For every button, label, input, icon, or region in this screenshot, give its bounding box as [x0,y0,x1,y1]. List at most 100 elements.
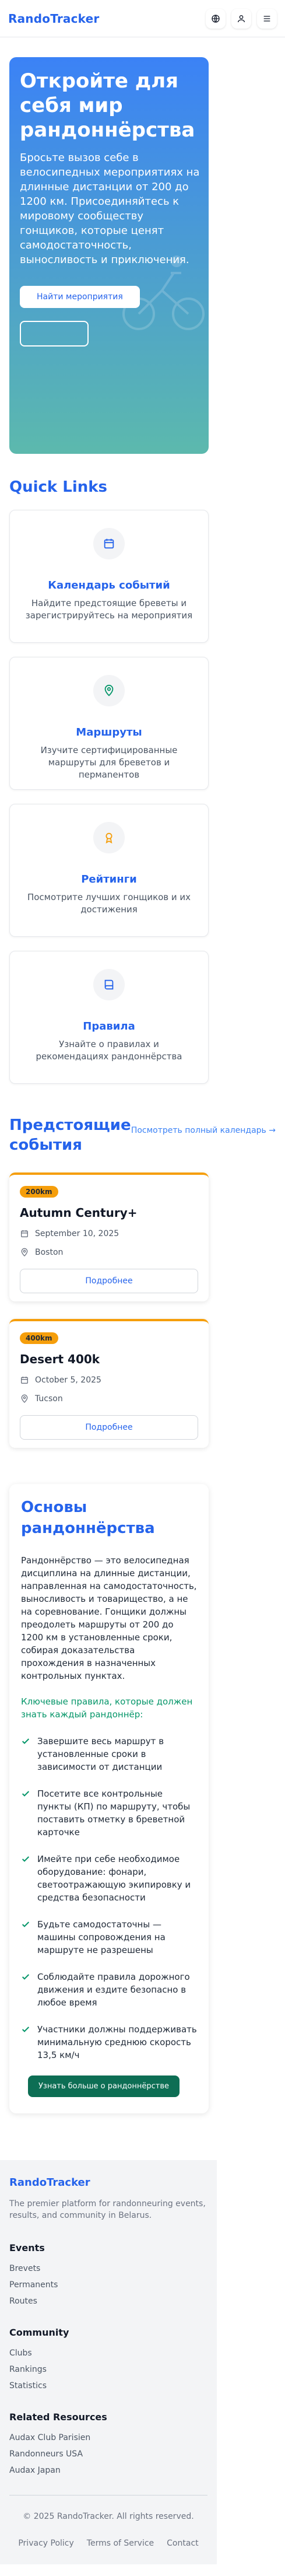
footer-tagline: The premier platform for randonneuring e… [9,2199,206,2220]
top-header: RandoTracker [0,0,285,37]
upcoming-header: Предстоящие события Посмотреть полный ка… [9,1115,276,1155]
basics-title: Основы рандоннёрства [21,1499,155,1537]
check-icon [22,2027,30,2032]
footer-bottom-links: Privacy Policy Terms of Service Contact [9,2539,207,2548]
rule-item: Участники должны поддерживать минимальну… [21,2023,197,2062]
footer-link-brevets[interactable]: Brevets [9,2264,207,2273]
rule-text: Завершите весь маршрут в установленные с… [37,1736,164,1772]
book-icon [93,969,125,1000]
check-icon [22,1738,30,1744]
map-pin-icon [21,1394,28,1403]
rule-text: Посетите все контрольные пункты (КП) по … [37,1788,191,1838]
event-date-row: September 10, 2025 [20,1229,200,1238]
quick-link-routes[interactable]: Маршруты Изучите сертифицированные маршр… [9,657,209,790]
language-button[interactable] [206,8,226,29]
calendar-icon [93,528,125,559]
hero-title: Откройте для себя мир рандоннёрства [20,69,195,142]
contact-link[interactable]: Contact [167,2539,198,2548]
find-events-button[interactable]: Найти мероприятия [20,286,140,308]
event-details-button[interactable]: Подробнее [20,1269,198,1293]
check-icon [22,1922,30,1927]
map-pin-icon [93,675,125,706]
header-actions [206,8,277,29]
page: RandoTracker Откройте для себя мир рандо… [0,0,285,2564]
event-card: 200km Autumn Century+ September 10, 2025… [9,1172,209,1301]
user-icon [238,15,245,22]
distance-badge: 200km [20,1186,58,1198]
event-card: 400km Desert 400k October 5, 2025 Tucson… [9,1319,209,1448]
basics-card: Основы рандоннёрства Рандоннёрство — это… [9,1484,209,2113]
event-location-row: Boston [20,1248,200,1257]
map-pin-icon [21,1248,28,1256]
check-icon [22,1856,30,1862]
footer-link-statistics[interactable]: Statistics [9,2381,207,2390]
hero-secondary-button[interactable] [20,321,89,346]
event-name: Desert 400k [20,1352,100,1366]
site-footer: RandoTracker The premier platform for ra… [0,2160,217,2564]
footer-divider [9,2495,207,2496]
event-location: Boston [35,1248,64,1257]
footer-copyright: © 2025 RandoTracker. All rights reserved… [23,2512,194,2521]
event-name: Autumn Century+ [20,1206,138,1220]
rule-text: Участники должны поддерживать минимальну… [37,2024,197,2060]
footer-link-rankings[interactable]: Rankings [9,2365,207,2374]
quick-link-rules[interactable]: Правила Узнайте о правилах и рекомендаци… [9,951,209,1084]
calendar-icon [21,1230,28,1237]
basics-section: Основы рандоннёрства Рандоннёрство — это… [0,1448,285,2113]
quick-link-desc: Узнайте о правилах и рекомендациях рандо… [36,1039,182,1062]
terms-of-service-link[interactable]: Terms of Service [87,2539,154,2548]
quick-link-calendar[interactable]: Календарь событий Найдите предстоящие бр… [9,510,209,643]
privacy-policy-link[interactable]: Privacy Policy [18,2539,73,2548]
user-account-button[interactable] [231,8,251,29]
globe-icon [212,14,220,23]
brand-logo[interactable]: RandoTracker [8,12,99,26]
event-date: October 5, 2025 [35,1376,101,1385]
distance-badge: 400km [20,1332,58,1344]
event-date-row: October 5, 2025 [20,1376,200,1385]
event-date: September 10, 2025 [35,1229,119,1238]
footer-community-heading: Community [9,2327,69,2338]
rule-item: Будьте самодостаточны — машины сопровожд… [21,1918,197,1957]
quick-link-desc: Найдите предстоящие бреветы и зарегистри… [25,598,193,621]
quick-link-title: Календарь событий [48,579,170,592]
footer-events-heading: Events [9,2242,45,2253]
quick-link-rankings[interactable]: Рейтинги Посмотрите лучших гонщиков и их… [9,804,209,937]
menu-button[interactable] [257,8,277,29]
quick-links-section: Quick Links Календарь событий Найдите пр… [0,454,285,1084]
upcoming-events-section: Предстоящие события Посмотреть полный ка… [0,1084,285,1448]
footer-link-acp[interactable]: Audax Club Parisien [9,2433,207,2442]
quick-link-title: Правила [83,1020,135,1032]
event-details-button[interactable]: Подробнее [20,1415,198,1440]
rule-text: Соблюдайте правила дорожного движения и … [37,1972,190,2008]
footer-link-permanents[interactable]: Permanents [9,2280,207,2290]
rule-text: Будьте самодостаточны — машины сопровожд… [37,1919,166,1955]
learn-more-button[interactable]: Узнать больше о рандоннёрстве [28,2076,180,2097]
footer-link-audax-japan[interactable]: Audax Japan [9,2466,207,2475]
view-full-calendar-link[interactable]: Посмотреть полный календарь → [131,1126,276,1135]
rules-lead: Ключевые правила, которые должен знать к… [21,1696,193,1720]
footer-related-heading: Related Resources [9,2412,107,2423]
rule-text: Имейте при себе необходимое оборудование… [37,1854,191,1903]
quick-links-title: Quick Links [9,478,108,496]
event-location-row: Tucson [20,1394,200,1404]
quick-link-desc: Посмотрите лучших гонщиков и их достижен… [27,892,191,915]
rule-item: Имейте при себе необходимое оборудование… [21,1853,197,1904]
hero-banner: Откройте для себя мир рандоннёрства Брос… [9,57,209,454]
rule-item: Посетите все контрольные пункты (КП) по … [21,1787,197,1839]
footer-link-rusa[interactable]: Randonneurs USA [9,2449,207,2459]
calendar-icon [21,1377,28,1384]
rule-item: Соблюдайте правила дорожного движения и … [21,1971,197,2009]
quick-link-title: Маршруты [76,726,142,738]
footer-link-routes[interactable]: Routes [9,2297,207,2306]
footer-brand[interactable]: RandoTracker [9,2176,207,2189]
quick-link-desc: Изучите сертифицированные маршруты для б… [40,745,178,780]
check-icon [22,1791,30,1797]
hero-subtitle: Бросьте вызов себе в велосипедных меропр… [20,152,200,266]
basics-description: Рандоннёрство — это велосипедная дисципл… [21,1555,197,1681]
hamburger-menu-icon [263,15,270,22]
award-icon [93,822,125,853]
check-icon [22,1974,30,1980]
hero-section: Откройте для себя мир рандоннёрства Брос… [0,37,285,454]
upcoming-title: Предстоящие события [9,1116,131,1154]
footer-link-clubs[interactable]: Clubs [9,2348,207,2358]
